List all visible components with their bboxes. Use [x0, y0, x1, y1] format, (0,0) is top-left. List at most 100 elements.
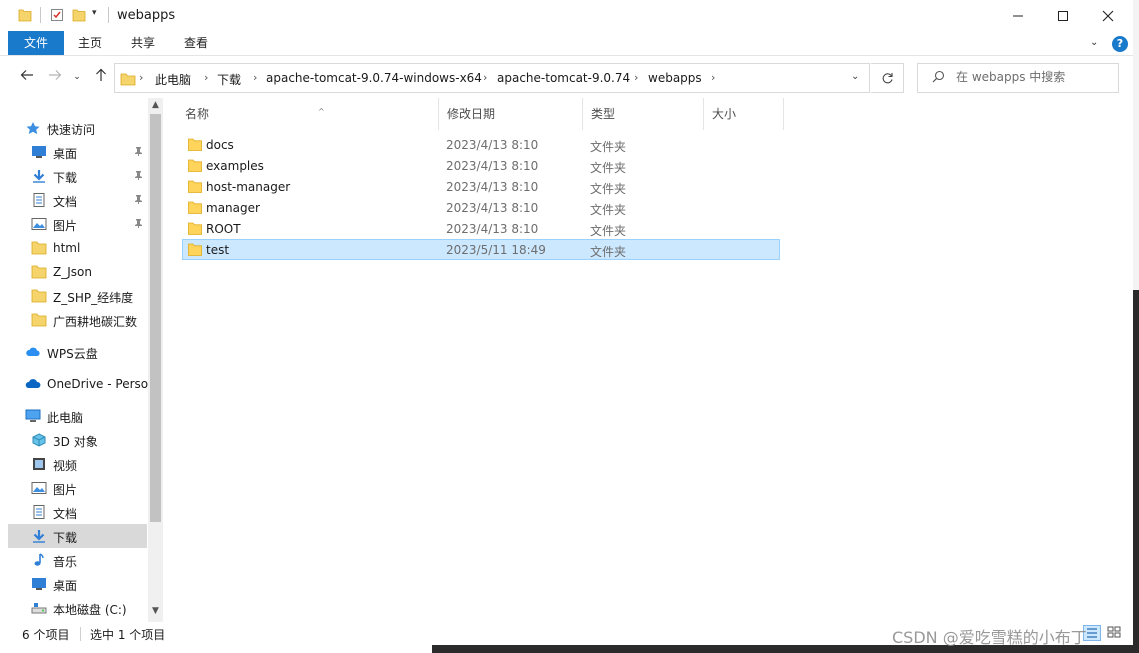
tab-file[interactable]: 文件 [8, 31, 64, 55]
new-folder-icon[interactable] [72, 8, 86, 22]
tab-share[interactable]: 共享 [123, 31, 163, 55]
sidebar-item-label: 此电脑 [47, 411, 84, 425]
tab-home[interactable]: 主页 [70, 31, 110, 55]
sidebar-item[interactable]: 本地磁盘 (C:) [8, 596, 147, 620]
chevron-down-icon[interactable]: ⌄ [1090, 37, 1098, 48]
pin-icon[interactable] [134, 146, 143, 159]
sidebar-item[interactable]: 快速访问 [8, 116, 147, 140]
scroll-up-icon[interactable]: ▲ [148, 100, 163, 110]
minimize-button[interactable] [995, 0, 1041, 31]
breadcrumb-webapps[interactable]: webapps [648, 71, 702, 85]
file-type: 文件夹 [590, 161, 627, 175]
item-count: 6 个项目 [22, 628, 70, 642]
tab-view[interactable]: 查看 [176, 31, 216, 55]
file-modified: 2023/4/13 8:10 [446, 180, 539, 194]
sidebar-item[interactable]: 桌面 [8, 572, 147, 596]
column-header-size[interactable]: 大小 [704, 98, 784, 130]
folder-icon [31, 241, 47, 255]
sidebar-item[interactable]: 此电脑 [8, 404, 147, 428]
file-modified: 2023/4/13 8:10 [446, 222, 539, 236]
star-icon [25, 121, 41, 135]
column-header-type[interactable]: 类型 [583, 98, 704, 130]
table-row[interactable]: examples 2023/4/13 8:10 文件夹 [182, 155, 780, 176]
search-input[interactable] [956, 70, 1114, 84]
column-modified-label: 修改日期 [447, 107, 496, 121]
table-row[interactable]: manager 2023/4/13 8:10 文件夹 [182, 197, 780, 218]
sidebar-item[interactable]: 3D 对象 [8, 428, 147, 452]
breadcrumb-tomcat-dist[interactable]: apache-tomcat-9.0.74-windows-x64 [266, 71, 482, 85]
watermark: CSDN @爱吃雪糕的小布丁 [892, 628, 1087, 647]
address-row: ⌄ › 此电脑 › 下载 › apache-tomcat-9.0.74-wind… [0, 57, 1133, 98]
column-size-label: 大小 [712, 107, 737, 121]
desktop-icon [31, 145, 47, 159]
sidebar-item-label: OneDrive - Perso [47, 377, 148, 391]
breadcrumb-separator-icon[interactable]: › [634, 71, 638, 84]
large-icons-view-icon[interactable] [1106, 625, 1124, 641]
sidebar-item-label: html [53, 241, 81, 255]
sidebar-item[interactable]: 广西耕地碳汇数 [8, 308, 147, 332]
sidebar-item[interactable]: html [8, 236, 147, 260]
scroll-down-icon[interactable]: ▼ [148, 606, 163, 616]
sidebar-item[interactable]: Z_Json [8, 260, 147, 284]
sidebar-item[interactable]: 视频 [8, 452, 147, 476]
pin-icon[interactable] [134, 194, 143, 207]
address-dropdown-icon[interactable]: ⌄ [851, 71, 859, 82]
pin-icon[interactable] [134, 218, 143, 231]
refresh-button[interactable] [871, 63, 904, 93]
sidebar-item[interactable]: 音乐 [8, 548, 147, 572]
folder-icon [188, 138, 202, 154]
sidebar-item[interactable]: 文档 [8, 500, 147, 524]
sidebar-item[interactable]: Z_SHP_经纬度 [8, 284, 147, 308]
table-row[interactable]: host-manager 2023/4/13 8:10 文件夹 [182, 176, 780, 197]
recent-locations-icon[interactable]: ⌄ [66, 67, 88, 87]
quick-access-dropdown-icon[interactable]: ▾ [92, 8, 97, 18]
download-icon [31, 529, 47, 543]
up-button[interactable] [90, 67, 112, 87]
sidebar-item-label: Z_SHP_经纬度 [53, 291, 134, 305]
nav-scrollbar[interactable]: ▲ ▼ [148, 98, 163, 622]
pin-icon[interactable] [134, 170, 143, 183]
maximize-button[interactable] [1040, 0, 1086, 31]
close-button[interactable] [1085, 0, 1131, 31]
background-window-edge [1133, 0, 1139, 653]
breadcrumb-separator-icon[interactable]: › [204, 71, 208, 84]
sidebar-item[interactable]: 下载 [8, 164, 147, 188]
breadcrumb-tomcat[interactable]: apache-tomcat-9.0.74 [497, 71, 630, 85]
breadcrumb-separator-icon[interactable]: › [483, 71, 487, 84]
sidebar-item-label: 下载 [53, 531, 78, 545]
address-bar[interactable]: › 此电脑 › 下载 › apache-tomcat-9.0.74-window… [114, 63, 870, 93]
file-name: host-manager [206, 180, 291, 194]
breadcrumb-separator-icon[interactable]: › [711, 71, 715, 84]
picture-icon [31, 217, 47, 231]
file-type: 文件夹 [590, 224, 627, 238]
sidebar-item[interactable]: OneDrive - Perso [8, 372, 148, 396]
sidebar-item[interactable]: 下载 [8, 524, 147, 548]
back-button[interactable] [16, 67, 38, 87]
table-row[interactable]: docs 2023/4/13 8:10 文件夹 [182, 134, 780, 155]
help-icon[interactable]: ? [1112, 36, 1128, 52]
sidebar-item[interactable]: 图片 [8, 212, 147, 236]
file-name: examples [206, 159, 264, 173]
search-box[interactable] [917, 63, 1119, 93]
sidebar-item[interactable]: WPS云盘 [8, 340, 147, 364]
file-type: 文件夹 [590, 140, 627, 154]
sidebar-item[interactable]: 桌面 [8, 140, 147, 164]
table-row[interactable]: ROOT 2023/4/13 8:10 文件夹 [182, 218, 780, 239]
column-name-label: 名称 [185, 107, 210, 121]
breadcrumb-separator-icon[interactable]: › [139, 71, 143, 84]
forward-button[interactable] [44, 67, 66, 87]
sidebar-item[interactable]: 图片 [8, 476, 147, 500]
table-row[interactable]: test 2023/5/11 18:49 文件夹 [182, 239, 780, 260]
column-header-name[interactable]: 名称 ^ [177, 98, 439, 130]
breadcrumb-downloads[interactable]: 下载 [217, 71, 241, 88]
properties-icon[interactable] [50, 8, 64, 22]
download-icon [31, 169, 47, 183]
sidebar-item[interactable]: 文档 [8, 188, 147, 212]
folder-icon [31, 289, 47, 303]
column-header-modified[interactable]: 修改日期 [439, 98, 583, 130]
window-title: webapps [117, 8, 176, 23]
breadcrumb-this-pc[interactable]: 此电脑 [155, 71, 191, 88]
breadcrumb-separator-icon[interactable]: › [253, 71, 257, 84]
scroll-thumb[interactable] [150, 114, 161, 522]
sidebar-item-label: 视频 [53, 459, 78, 473]
